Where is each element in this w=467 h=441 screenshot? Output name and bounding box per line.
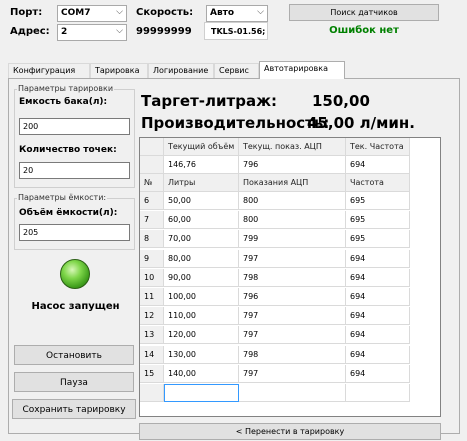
row-adc-cell: 800 <box>239 192 346 210</box>
row-liters-cell: 110,00 <box>164 307 239 326</box>
tab-logging[interactable]: Логирование <box>148 63 214 78</box>
productivity-value: 45,00 л/мин. <box>307 114 415 132</box>
row-liters-cell: 50,00 <box>164 192 239 210</box>
tab-configuration[interactable]: Конфигурация <box>8 63 90 78</box>
row-frequency-cell: 694 <box>346 268 410 287</box>
productivity-label: Производительность: <box>141 114 330 132</box>
tab-autocalibration[interactable]: Автотарировка <box>259 61 345 79</box>
row-liters-cell: 90,00 <box>164 268 239 287</box>
row-number-cell: 7 <box>140 211 164 230</box>
pause-button[interactable]: Пауза <box>14 372 134 392</box>
column-header-adc: Показания АЦП <box>239 174 346 192</box>
model-field: TKLS-01.56; <box>204 22 268 40</box>
points-count-input[interactable]: 20 <box>19 162 130 179</box>
row-frequency-cell: 694 <box>346 288 410 306</box>
capacity-params-title: Параметры ёмкости: <box>17 193 108 202</box>
chevron-down-icon: ⌵ <box>116 26 123 36</box>
current-adc-cell: 796 <box>239 156 346 174</box>
chevron-down-icon: ⌵ <box>257 7 264 17</box>
row-adc-cell: 796 <box>239 288 346 306</box>
row-frequency-cell: 694 <box>346 307 410 326</box>
row-adc-cell: 797 <box>239 326 346 345</box>
new-row-header <box>140 384 164 402</box>
speed-select[interactable]: Авто ⌵ <box>206 5 268 22</box>
row-adc-cell: 797 <box>239 364 346 383</box>
search-sensors-button[interactable]: Поиск датчиков <box>289 4 439 21</box>
row-frequency-cell: 695 <box>346 211 410 230</box>
row-liters-cell: 60,00 <box>164 211 239 230</box>
row-frequency-cell: 694 <box>346 345 410 364</box>
row-number-cell: 12 <box>140 307 164 326</box>
status-text: Ошибок нет <box>329 25 399 36</box>
address-label: Адрес: <box>10 26 50 37</box>
volume-input[interactable]: 205 <box>19 224 130 241</box>
row-frequency-cell: 694 <box>346 249 410 268</box>
row-number-cell: 9 <box>140 249 164 268</box>
pump-status-text: Насос запущен <box>31 301 120 312</box>
calibration-params-title: Параметры тарировки <box>17 84 115 93</box>
pump-status-led-icon <box>60 259 90 289</box>
row-adc-cell: 798 <box>239 345 346 364</box>
port-value: COM7 <box>61 8 91 18</box>
row-adc-cell: 797 <box>239 307 346 326</box>
row-adc-cell: 798 <box>239 268 346 287</box>
autocalibration-grid[interactable]: Текущий объём Текущ. показ. АЦП Тек. Час… <box>139 137 441 417</box>
new-row-liters-cell[interactable] <box>164 384 239 402</box>
row-adc-cell: 797 <box>239 249 346 268</box>
current-volume-cell: 146,76 <box>164 156 239 174</box>
row-adc-cell: 799 <box>239 230 346 249</box>
target-volume-value: 150,00 <box>312 92 370 110</box>
row-liters-cell: 130,00 <box>164 345 239 364</box>
speed-value: Авто <box>210 8 235 18</box>
row-header <box>140 156 164 174</box>
row-number-cell: 10 <box>140 268 164 287</box>
row-number-cell: 11 <box>140 288 164 306</box>
row-liters-cell: 100,00 <box>164 288 239 306</box>
speed-label: Скорость: <box>136 7 194 18</box>
points-count-label: Количество точек: <box>19 145 117 155</box>
port-label: Порт: <box>10 7 43 18</box>
tab-calibration[interactable]: Тарировка <box>90 63 148 78</box>
transfer-to-calibration-button[interactable]: < Перенести в тарировку <box>139 423 441 440</box>
column-header-number: № <box>140 174 164 192</box>
row-number-cell: 15 <box>140 364 164 383</box>
new-row-frequency-cell[interactable] <box>346 384 410 402</box>
target-volume-label: Таргет-литраж: <box>141 92 277 110</box>
save-calibration-button[interactable]: Сохранить тарировку <box>12 399 136 419</box>
grid-corner <box>140 138 164 156</box>
column-header-current-adc: Текущ. показ. АЦП <box>239 138 346 156</box>
row-adc-cell: 800 <box>239 211 346 230</box>
column-header-current-volume: Текущий объём <box>164 138 239 156</box>
chevron-down-icon: ⌵ <box>116 7 123 17</box>
tab-service[interactable]: Сервис <box>214 63 259 78</box>
row-number-cell: 8 <box>140 230 164 249</box>
serial-number: 99999999 <box>136 26 192 37</box>
current-frequency-cell: 694 <box>346 156 410 174</box>
column-header-current-frequency: Тек. Частота <box>346 138 410 156</box>
row-number-cell: 13 <box>140 326 164 345</box>
column-header-liters: Литры <box>164 174 239 192</box>
row-liters-cell: 70,00 <box>164 230 239 249</box>
row-number-cell: 14 <box>140 345 164 364</box>
volume-label: Объём ёмкости(л): <box>19 208 118 218</box>
tank-capacity-input[interactable]: 200 <box>19 118 130 135</box>
column-header-frequency: Частота <box>346 174 410 192</box>
row-number-cell: 6 <box>140 192 164 210</box>
tank-capacity-label: Емкость бака(л): <box>19 97 108 107</box>
row-frequency-cell: 695 <box>346 192 410 210</box>
row-liters-cell: 80,00 <box>164 249 239 268</box>
row-liters-cell: 120,00 <box>164 326 239 345</box>
row-frequency-cell: 694 <box>346 364 410 383</box>
row-frequency-cell: 694 <box>346 326 410 345</box>
port-select[interactable]: COM7 ⌵ <box>57 5 127 22</box>
row-frequency-cell: 695 <box>346 230 410 249</box>
row-liters-cell: 140,00 <box>164 364 239 383</box>
address-value: 2 <box>61 27 68 37</box>
address-select[interactable]: 2 ⌵ <box>57 24 127 41</box>
stop-button[interactable]: Остановить <box>14 345 134 365</box>
new-row-adc-cell[interactable] <box>239 384 346 402</box>
